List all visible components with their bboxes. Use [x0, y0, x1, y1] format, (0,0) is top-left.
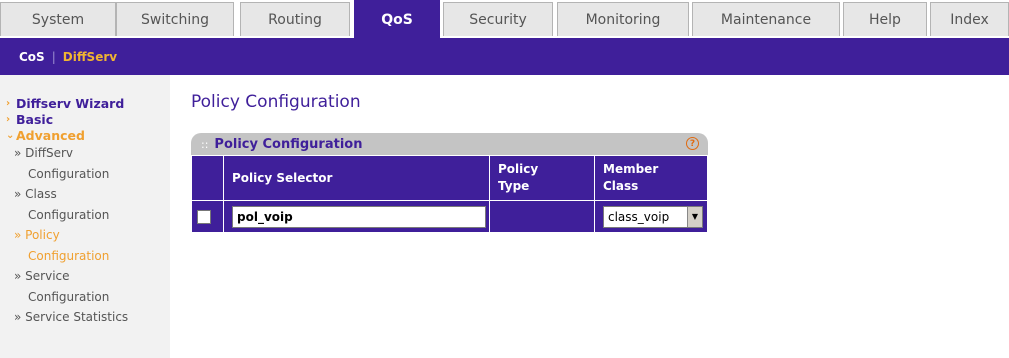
sidebar-item-label: Configuration — [28, 166, 110, 181]
sidebar-item-label: Advanced — [16, 127, 85, 143]
column-label: Policy — [498, 162, 539, 176]
chevron-right-icon: › — [6, 97, 11, 109]
tab-label: Monitoring — [585, 11, 661, 28]
tab-label: Security — [469, 11, 527, 28]
panel-header: :: Policy Configuration ? — [191, 133, 708, 155]
sidebar-item-label: Configuration — [28, 207, 110, 222]
tab-monitoring[interactable]: Monitoring — [557, 2, 689, 36]
row-checkbox-cell — [191, 200, 224, 233]
policy-selector-cell: pol_voip — [223, 200, 490, 233]
tab-help[interactable]: Help — [843, 2, 927, 36]
sidebar: › Diffserv Wizard › Basic ⌄ Advanced » D… — [0, 75, 170, 358]
sidebar-item-basic[interactable]: › Basic — [0, 111, 170, 127]
sidebar-item-label: Basic — [16, 111, 54, 127]
table-header-row: Policy Selector Policy Type Member Class — [191, 155, 708, 201]
header-checkbox-cell — [191, 155, 224, 201]
sidebar-item-label: » Policy — [14, 228, 60, 242]
tab-label: System — [31, 11, 85, 28]
tab-qos[interactable]: QoS — [354, 0, 440, 38]
column-label: Type — [498, 179, 530, 193]
header-policy-type: Policy Type — [489, 155, 595, 201]
tab-switching[interactable]: Switching — [116, 2, 234, 36]
column-label: Member — [603, 162, 659, 176]
sidebar-item-label: » DiffServ — [14, 146, 74, 160]
column-label: Class — [603, 179, 639, 193]
sidebar-item-label: Diffserv Wizard — [16, 95, 125, 111]
subnav-diffserv-link[interactable]: DiffServ — [63, 50, 117, 64]
column-label: Policy Selector — [232, 171, 333, 185]
member-class-value: class_voip — [608, 209, 670, 224]
policy-type-cell — [489, 200, 595, 233]
help-icon[interactable]: ? — [686, 137, 699, 150]
sidebar-item-label: » Service — [14, 269, 70, 283]
sidebar-item-label: Configuration — [28, 248, 110, 263]
chevron-down-icon: ⌄ — [6, 129, 15, 141]
tab-label: QoS — [381, 11, 413, 28]
grip-icon: :: — [201, 137, 209, 151]
tab-label: Switching — [141, 11, 209, 28]
top-tab-bar: System Switching Routing QoS Security Mo… — [0, 0, 1009, 38]
tab-label: Maintenance — [720, 11, 812, 28]
sidebar-item-label: » Class — [14, 187, 57, 201]
table-row: pol_voip class_voip ▼ — [191, 200, 708, 233]
tab-index[interactable]: Index — [930, 2, 1009, 36]
subnav-separator: | — [51, 49, 56, 64]
tab-label: Index — [950, 11, 989, 28]
tab-system[interactable]: System — [0, 2, 116, 36]
sub-nav: CoS | DiffServ — [0, 38, 1009, 75]
sidebar-item-service-statistics[interactable]: » Service Statistics — [0, 307, 170, 328]
header-policy-selector: Policy Selector — [223, 155, 490, 201]
chevron-right-icon: › — [6, 113, 11, 125]
policy-configuration-panel: :: Policy Configuration ? Policy Selecto… — [191, 133, 708, 236]
tab-routing[interactable]: Routing — [240, 2, 350, 36]
member-class-cell: class_voip ▼ — [594, 200, 708, 233]
sidebar-item-service-configuration[interactable]: » Service Configuration — [0, 266, 170, 307]
sidebar-item-diffserv-wizard[interactable]: › Diffserv Wizard — [0, 95, 170, 111]
member-class-select[interactable]: class_voip ▼ — [603, 205, 703, 228]
panel-title: Policy Configuration — [214, 136, 363, 152]
sidebar-item-label: » Service Statistics — [14, 310, 129, 324]
sidebar-item-diffserv-configuration[interactable]: » DiffServ Configuration — [0, 143, 170, 184]
sidebar-item-class-configuration[interactable]: » Class Configuration — [0, 184, 170, 225]
subnav-cos-link[interactable]: CoS — [19, 50, 45, 64]
tab-label: Routing — [268, 11, 322, 28]
header-member-class: Member Class — [594, 155, 708, 201]
sidebar-item-advanced[interactable]: ⌄ Advanced — [0, 127, 170, 143]
tab-maintenance[interactable]: Maintenance — [692, 2, 840, 36]
row-checkbox[interactable] — [197, 209, 211, 224]
sidebar-item-label: Configuration — [28, 289, 110, 304]
tab-label: Help — [869, 11, 901, 28]
policy-table: Policy Selector Policy Type Member Class… — [191, 155, 708, 233]
page-title: Policy Configuration — [191, 92, 361, 112]
tab-security[interactable]: Security — [443, 2, 553, 36]
dropdown-arrow-icon[interactable]: ▼ — [687, 206, 702, 227]
policy-selector-input[interactable]: pol_voip — [232, 205, 486, 228]
sidebar-item-policy-configuration[interactable]: » Policy Configuration — [0, 225, 170, 266]
